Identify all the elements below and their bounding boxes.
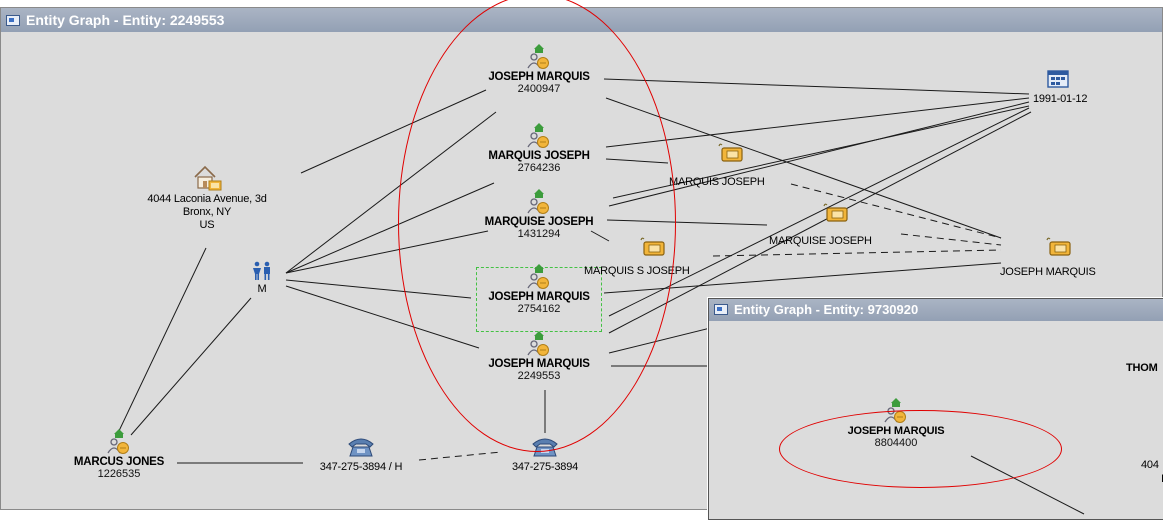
name-tag-icon	[1046, 237, 1071, 256]
date-label: 1991-01-12	[1033, 93, 1088, 105]
gender-label: M	[257, 283, 267, 295]
address-node[interactable]: 4044 Laconia Avenue, 3d Bronx, NY US	[127, 163, 287, 232]
calendar-icon	[1047, 70, 1069, 88]
alias-node[interactable]	[1029, 236, 1089, 258]
entity-graph-window-second: Entity Graph - Entity: 9730920 JOSEPH MA…	[708, 298, 1163, 520]
alias-label: MARQUISE JOSEPH	[769, 235, 872, 247]
phone-node[interactable]: 347-275-3894 / H	[301, 436, 421, 473]
annotation-ellipse	[398, 0, 676, 452]
date-node[interactable]: 1991-01-12	[1033, 69, 1123, 105]
partial-node-name: THOM	[1126, 362, 1158, 374]
edge	[130, 297, 252, 436]
house-icon	[194, 165, 222, 191]
name-tag-icon	[823, 203, 848, 222]
person-entity-icon	[107, 429, 129, 454]
edge	[117, 247, 207, 434]
node-id: 1226535	[97, 468, 141, 480]
address-line2: Bronx, NY	[182, 206, 232, 218]
edge-dashed	[900, 233, 1002, 246]
phone-label: 347-275-3894	[511, 461, 579, 473]
alias-label: JOSEPH MARQUIS	[1000, 266, 1096, 278]
address-line1: 4044 Laconia Avenue, 3d	[147, 193, 267, 205]
name-tag-icon	[718, 143, 743, 162]
alias-node[interactable]	[701, 142, 761, 164]
gender-node[interactable]: M	[247, 261, 277, 295]
edge-dashed	[418, 451, 502, 461]
alias-node[interactable]	[806, 202, 866, 224]
edge	[603, 78, 1030, 95]
gender-icon	[253, 261, 270, 280]
telephone-icon	[348, 438, 374, 457]
alias-label: MARQUIS JOSEPH	[669, 176, 765, 188]
address-line3: US	[199, 219, 215, 231]
person-node[interactable]: MARCUS JONES 1226535	[64, 428, 174, 480]
partial-text: 404	[1141, 459, 1159, 471]
edge-dashed	[712, 249, 1002, 257]
phone-label: 347-275-3894 / H	[319, 461, 403, 473]
node-name: MARCUS JONES	[73, 456, 165, 468]
annotation-ellipse	[779, 410, 1062, 488]
